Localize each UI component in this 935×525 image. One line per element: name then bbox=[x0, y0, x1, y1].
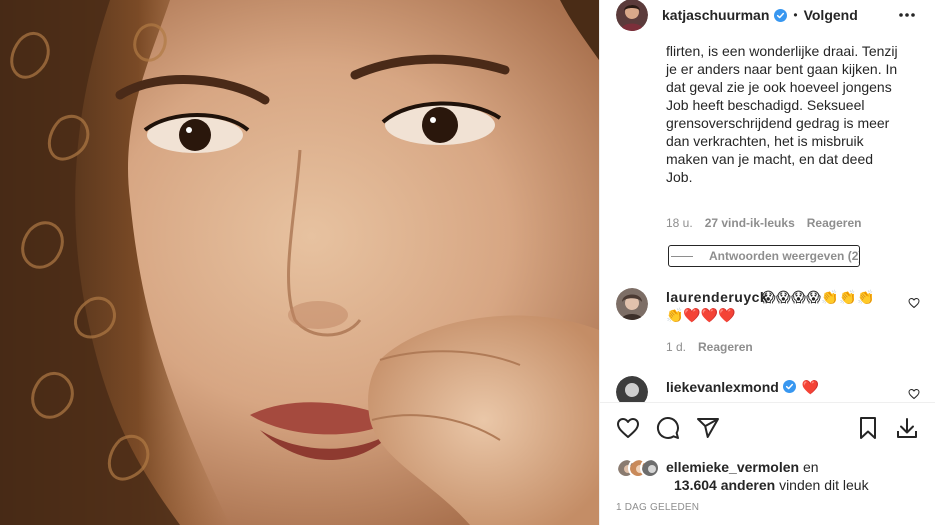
likes-count[interactable]: 13.604 anderen bbox=[674, 477, 775, 493]
post-header: katjaschuurman • Volgend bbox=[600, 0, 935, 31]
commenter-username[interactable]: liekevanlexmond bbox=[666, 379, 779, 395]
comment-likes-count[interactable]: 27 vind-ik-leuks bbox=[705, 216, 795, 230]
liker-avatar bbox=[640, 458, 660, 478]
comment-reply-button[interactable]: Reageren bbox=[807, 216, 862, 230]
verified-badge-icon bbox=[782, 380, 796, 393]
comment-text: flirten, is een wonderlijke draai. Tenzi… bbox=[666, 43, 898, 185]
comment-like-heart-icon[interactable] bbox=[908, 388, 920, 400]
action-bar bbox=[616, 416, 920, 442]
portrait-image bbox=[0, 0, 599, 525]
verified-badge-icon bbox=[774, 8, 788, 22]
instagram-post: katjaschuurman • Volgend flirten, is een… bbox=[0, 0, 935, 525]
bookmark-icon[interactable] bbox=[856, 416, 880, 440]
comment-emojis: 😱😱😱😱👏👏👏 bbox=[761, 289, 876, 305]
commenter-username[interactable]: laurenderuyck bbox=[666, 288, 768, 306]
paper-plane-icon[interactable] bbox=[696, 416, 720, 440]
likes-suffix: vinden dit leuk bbox=[779, 477, 869, 493]
post-photo[interactable] bbox=[0, 0, 599, 525]
comment-time: 1 d. bbox=[666, 340, 687, 354]
commenter-avatar[interactable] bbox=[616, 288, 648, 320]
comment-like-heart-icon[interactable] bbox=[908, 297, 920, 309]
more-horizontal-icon[interactable] bbox=[898, 7, 916, 23]
comment-reply-button[interactable]: Reageren bbox=[698, 340, 753, 354]
download-icon[interactable] bbox=[895, 416, 919, 440]
author-avatar[interactable] bbox=[616, 0, 648, 31]
comment-body: laurenderuyck 😱😱😱😱👏👏👏 👏❤️❤️❤️ bbox=[666, 288, 896, 324]
comment-meta: 18 u. 27 vind-ik-leuks Reageren bbox=[666, 216, 861, 230]
replies-line bbox=[671, 256, 693, 257]
view-replies-label: Antwoorden weergeven (2) bbox=[709, 249, 860, 263]
liker-username[interactable]: ellemieke_vermolen bbox=[666, 459, 799, 475]
liker-avatars[interactable] bbox=[616, 458, 666, 478]
comment-time: 18 u. bbox=[666, 216, 693, 230]
comment-emojis: ❤️ bbox=[801, 379, 820, 395]
comment-bubble-icon[interactable] bbox=[656, 416, 680, 440]
likes-line: 13.604 anderen vinden dit leuk bbox=[674, 476, 869, 494]
heart-outline-icon[interactable] bbox=[616, 416, 640, 440]
view-replies-button[interactable]: Antwoorden weergeven (2) bbox=[668, 245, 860, 267]
likes-and: en bbox=[802, 459, 819, 475]
comment-body: liekevanlexmond ❤️ bbox=[666, 379, 819, 396]
comments-list[interactable]: flirten, is een wonderlijke draai. Tenzi… bbox=[600, 30, 935, 402]
header-separator: • bbox=[793, 8, 798, 22]
follow-button[interactable]: Volgend bbox=[804, 7, 858, 23]
commenter-avatar[interactable] bbox=[616, 376, 648, 402]
author-username[interactable]: katjaschuurman bbox=[662, 7, 769, 23]
comment-meta: 1 d. Reageren bbox=[666, 340, 753, 354]
post-date[interactable]: 1 DAG GELEDEN bbox=[616, 502, 699, 513]
comment-emojis-line2: 👏❤️❤️❤️ bbox=[666, 307, 736, 323]
section-divider bbox=[600, 402, 935, 403]
likes-line: ellemieke_vermolen en bbox=[666, 458, 819, 476]
post-side-panel: katjaschuurman • Volgend flirten, is een… bbox=[599, 0, 935, 525]
